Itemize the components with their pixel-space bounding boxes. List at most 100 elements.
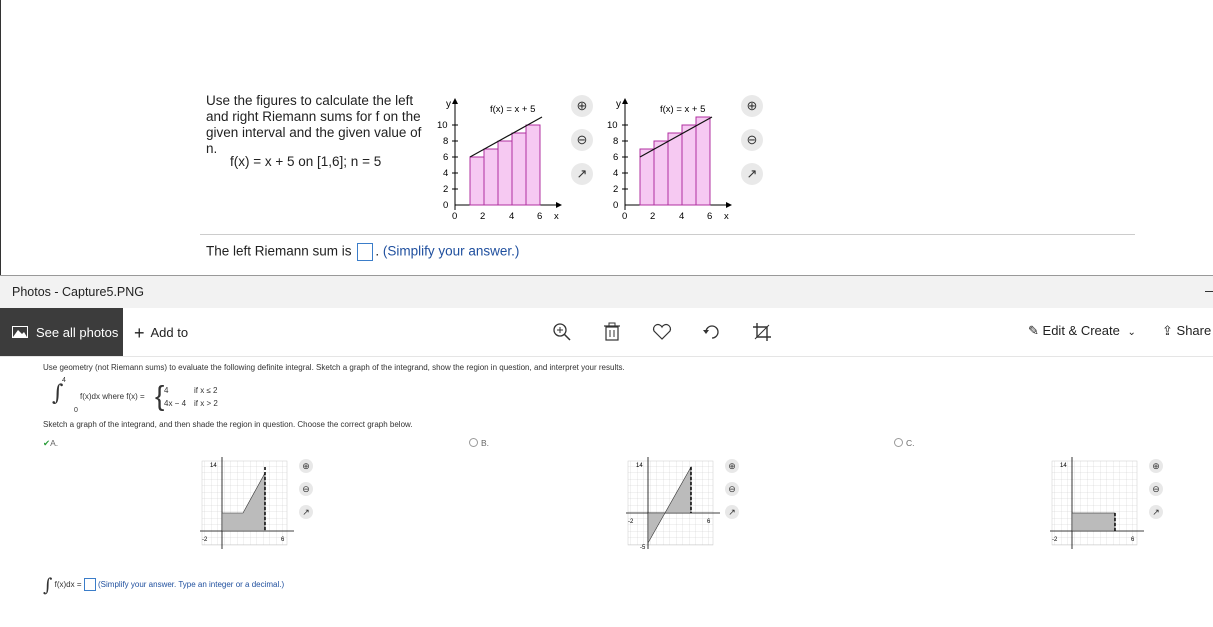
- graph-label: f(x) = x + 5: [490, 104, 535, 115]
- zoom-in-icon[interactable]: [551, 321, 573, 343]
- svg-text:-2: -2: [202, 537, 208, 543]
- svg-text:6: 6: [613, 152, 618, 163]
- graph-b: 14 -2 6 -5: [626, 457, 720, 551]
- open-external-icon[interactable]: ↗: [1149, 505, 1163, 519]
- svg-text:4: 4: [613, 168, 618, 179]
- svg-text:0: 0: [452, 211, 457, 222]
- option-c[interactable]: C.: [894, 438, 915, 448]
- svg-text:2: 2: [480, 211, 485, 222]
- zoom-in-icon[interactable]: ⊕: [1149, 459, 1163, 473]
- svg-text:14: 14: [1060, 463, 1067, 469]
- crop-icon[interactable]: [751, 321, 773, 343]
- svg-text:-2: -2: [1052, 537, 1058, 543]
- see-all-photos-button[interactable]: See all photos: [0, 308, 123, 356]
- svg-text:4: 4: [443, 168, 448, 179]
- svg-text:14: 14: [636, 463, 643, 469]
- case2-cond: if x > 2: [194, 399, 218, 408]
- sketch-prompt: Sketch a graph of the integrand, and the…: [43, 420, 413, 429]
- integral-answer-input[interactable]: [83, 578, 96, 592]
- function-line: f(x) = x + 5 on [1,6]; n = 5: [230, 154, 382, 169]
- edit-create-button[interactable]: ✎ Edit & Create ⌄: [1028, 323, 1136, 339]
- svg-text:2: 2: [443, 184, 448, 195]
- separator: [200, 234, 1135, 235]
- photos-toolbar: See all photos + Add to ✎ Edit & Create ⌄: [0, 308, 1213, 357]
- integral-expression: ∫ 4 0 f(x)dx where f(x) = { 4 if x ≤ 2 4…: [52, 377, 218, 414]
- option-a[interactable]: ✔A.: [43, 438, 58, 449]
- zoom-out-icon[interactable]: ⊖: [741, 129, 763, 151]
- rotate-icon[interactable]: [701, 321, 723, 343]
- bar: [525, 124, 541, 206]
- add-to-button[interactable]: + Add to: [134, 323, 188, 344]
- integral-answer: ∫ f(x)dx = (Simplify your answer. Type a…: [43, 575, 285, 596]
- bar: [469, 156, 485, 206]
- edit-create-label: Edit & Create: [1042, 323, 1120, 338]
- photos-window: Photos - Capture5.PNG See all photos + Ad…: [0, 275, 1213, 626]
- zoom-in-icon[interactable]: ⊕: [571, 95, 593, 117]
- svg-text:4: 4: [679, 211, 684, 222]
- open-external-icon[interactable]: ↗: [725, 505, 739, 519]
- open-external-icon[interactable]: ↗: [571, 163, 593, 185]
- bar: [511, 132, 527, 206]
- svg-text:6: 6: [537, 211, 542, 222]
- upper-limit: 4: [62, 377, 66, 384]
- svg-text:10: 10: [437, 120, 448, 131]
- answer-input[interactable]: [357, 243, 374, 261]
- left-riemann-graph: y 10 8 6 4 2 0 0 2 4 6 x f(x) = x + 5: [437, 98, 562, 222]
- open-external-icon[interactable]: ↗: [299, 505, 313, 519]
- delete-icon[interactable]: [601, 321, 623, 343]
- plus-icon: +: [134, 323, 145, 343]
- share-label: Share: [1176, 323, 1212, 338]
- svg-text:6: 6: [443, 152, 448, 163]
- svg-text:2: 2: [650, 211, 655, 222]
- radio-button[interactable]: [894, 438, 903, 447]
- graph-label: f(x) = x + 5: [660, 104, 705, 115]
- zoom-out-icon[interactable]: ⊖: [1149, 482, 1163, 496]
- option-b[interactable]: B.: [469, 438, 489, 448]
- svg-text:6: 6: [707, 211, 712, 222]
- problem-text: Use the figures to calculate the left an…: [206, 93, 422, 156]
- bar: [483, 148, 499, 206]
- photo-icon: [12, 326, 28, 338]
- graph-c: 14 -2 6: [1050, 457, 1144, 549]
- edit-icon: ✎: [1028, 323, 1039, 338]
- svg-text:4: 4: [509, 211, 514, 222]
- lower-limit: 0: [74, 407, 78, 414]
- svg-text:10: 10: [607, 120, 618, 131]
- answer-prefix: The left Riemann sum is: [206, 243, 352, 259]
- window-edge: [0, 0, 1, 275]
- svg-text:0: 0: [622, 211, 627, 222]
- svg-text:0: 0: [613, 200, 618, 211]
- svg-text:-5: -5: [640, 545, 646, 551]
- minimize-icon[interactable]: [1205, 291, 1213, 292]
- svg-text:14: 14: [210, 463, 217, 469]
- answer-hint: (Simplify your answer.): [382, 243, 520, 259]
- svg-text:x: x: [724, 211, 729, 222]
- graph-a: 14 -2 6: [200, 457, 294, 549]
- add-to-label: Add to: [150, 325, 189, 340]
- radio-button[interactable]: [469, 438, 478, 447]
- see-all-label: See all photos: [36, 324, 119, 340]
- zoom-in-icon[interactable]: ⊕: [741, 95, 763, 117]
- zoom-in-icon[interactable]: ⊕: [725, 459, 739, 473]
- zoom-out-icon[interactable]: ⊖: [571, 129, 593, 151]
- y-axis-label: y: [446, 99, 451, 110]
- answer-line: The left Riemann sum is . (Simplify your…: [206, 243, 519, 261]
- case1: 4: [164, 386, 169, 395]
- background-window: Use the figures to calculate the left an…: [0, 0, 1213, 275]
- svg-text:-2: -2: [628, 519, 634, 525]
- integral-text: f(x)dx where f(x) =: [80, 392, 145, 401]
- svg-text:2: 2: [613, 184, 618, 195]
- photo-content: Use geometry (not Riemann sums) to evalu…: [0, 357, 1213, 627]
- open-external-icon[interactable]: ↗: [741, 163, 763, 185]
- share-button[interactable]: ⇪ Share: [1162, 323, 1211, 339]
- zoom-out-icon[interactable]: ⊖: [299, 482, 313, 496]
- zoom-in-icon[interactable]: ⊕: [299, 459, 313, 473]
- heart-icon[interactable]: [651, 321, 673, 343]
- zoom-out-icon[interactable]: ⊖: [725, 482, 739, 496]
- window-title: Photos - Capture5.PNG: [12, 285, 145, 299]
- svg-text:x: x: [554, 211, 559, 222]
- title-bar: Photos - Capture5.PNG: [0, 276, 1213, 308]
- case2: 4x − 4: [164, 399, 187, 408]
- question-text: Use geometry (not Riemann sums) to evalu…: [43, 363, 625, 372]
- bar: [497, 140, 513, 206]
